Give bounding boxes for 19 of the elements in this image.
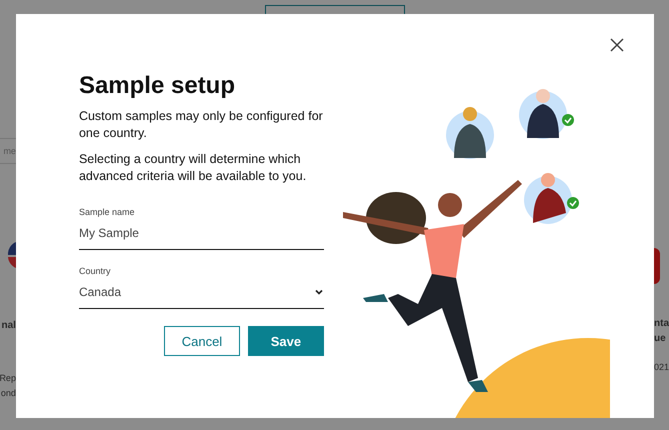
description-text: Selecting a country will determine which advanced criteria will be available to you. [78,151,308,185]
background-text: ond [0,387,16,400]
dialog-title: Sample setup [78,72,236,100]
close-icon[interactable] [610,38,624,52]
description-text: Custom samples may only be configured for one country. [78,108,324,142]
flag-icon [8,242,16,268]
input-field[interactable]: My Sample [78,217,324,250]
country-dropdown[interactable]: Canada [78,276,324,309]
background-graphic [654,248,660,284]
field-label: Country [78,266,112,276]
background-text: ue [654,332,666,346]
background-text: nal [2,319,16,333]
background-text: Rep [0,372,16,385]
background-text: nta [654,317,669,331]
field-label: Sample name [78,207,136,217]
background-text: 021 [654,361,669,374]
chevron-down-icon [314,289,323,295]
save-button[interactable]: Save [248,326,324,356]
cancel-button[interactable]: Cancel [164,326,240,356]
